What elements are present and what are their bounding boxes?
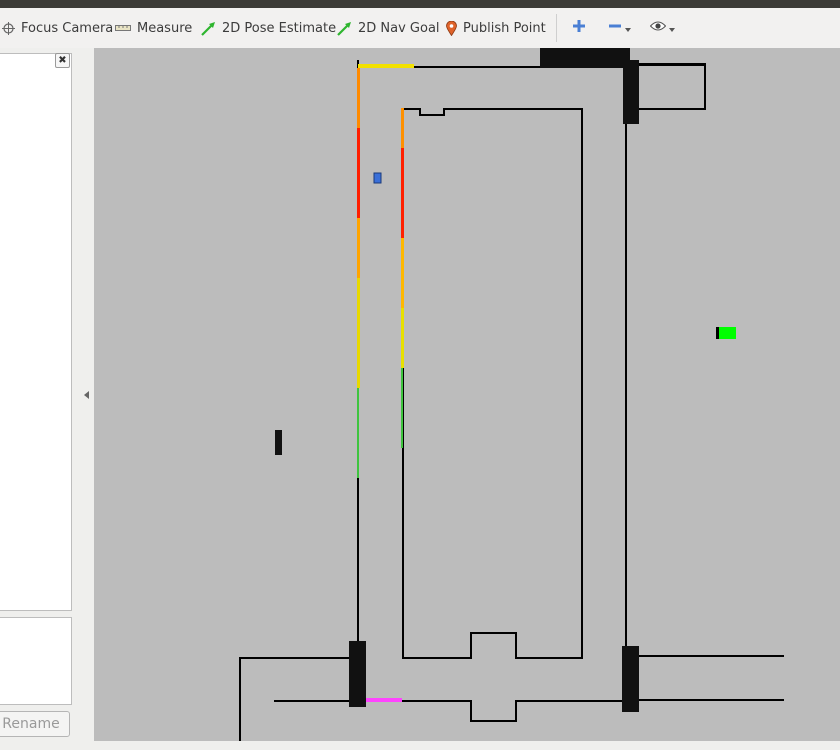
window-title-bar <box>0 0 840 8</box>
tool-measure-label: Measure <box>137 20 193 36</box>
viewport-bottom-edge <box>94 741 840 750</box>
rviz-toolbar: Focus Camera Measure 2D Pose Estimate 2D… <box>0 8 840 49</box>
rename-button[interactable]: Rename <box>0 711 70 737</box>
remove-tool-button[interactable] <box>608 16 631 40</box>
green-arrow-icon <box>201 21 216 36</box>
tool-measure[interactable]: Measure <box>115 8 192 48</box>
occupancy-map <box>94 48 840 741</box>
collapse-arrow-icon[interactable] <box>84 391 89 399</box>
add-tool-button[interactable] <box>572 16 586 40</box>
close-icon[interactable]: ✖ <box>55 53 70 68</box>
view-toggle-button[interactable] <box>649 16 675 40</box>
tool-2d-pose-estimate[interactable]: 2D Pose Estimate <box>201 8 336 48</box>
tool-2d-nav-goal-label: 2D Nav Goal <box>358 20 440 36</box>
tool-2d-nav-goal[interactable]: 2D Nav Goal <box>337 8 440 48</box>
robot-marker <box>373 172 382 184</box>
tool-publish-point-label: Publish Point <box>463 20 546 36</box>
crosshair-icon <box>2 21 15 35</box>
goal-marker-edge <box>716 327 719 339</box>
green-arrow-icon <box>337 21 352 36</box>
plus-icon <box>572 19 586 37</box>
panel-splitter[interactable] <box>80 48 94 750</box>
tool-focus-camera[interactable]: Focus Camera <box>2 8 113 48</box>
3d-render-view[interactable] <box>94 48 840 741</box>
ruler-icon <box>115 24 131 32</box>
left-dock-panel: ✖ Rename <box>0 48 80 750</box>
tool-2d-pose-estimate-label: 2D Pose Estimate <box>222 20 337 36</box>
tool-publish-point[interactable]: Publish Point <box>446 8 546 48</box>
minus-icon <box>608 19 622 37</box>
toolbar-separator <box>556 14 557 42</box>
chevron-down-icon <box>669 28 675 32</box>
displays-tree[interactable] <box>0 53 72 611</box>
map-pin-icon <box>446 20 457 36</box>
tool-focus-camera-label: Focus Camera <box>21 20 114 36</box>
views-list[interactable] <box>0 617 72 705</box>
chevron-down-icon <box>625 28 631 32</box>
eye-icon <box>649 20 667 36</box>
